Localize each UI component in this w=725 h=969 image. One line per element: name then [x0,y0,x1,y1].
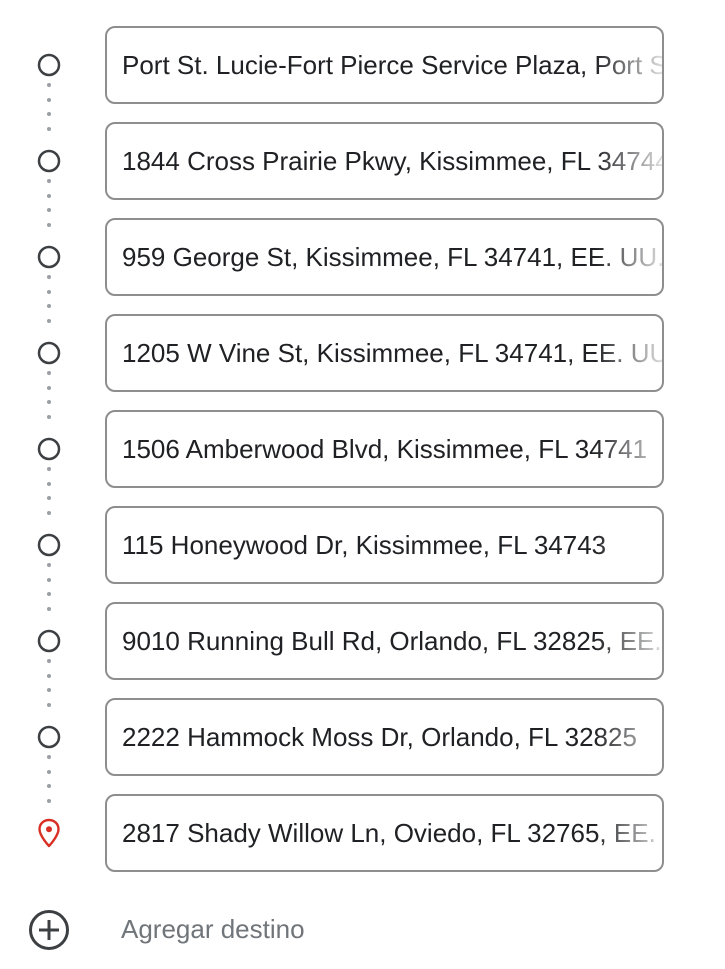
waypoint-row: 959 George St, Kissimmee, FL 34741, EE. … [0,218,725,323]
waypoint-input-value[interactable]: 1506 Amberwood Blvd, Kissimmee, FL 34741 [107,434,662,465]
destination-input[interactable]: 2817 Shady Willow Ln, Oviedo, FL 32765, … [105,794,664,872]
circle-icon [37,725,61,749]
add-destination-label[interactable]: Agregar destino [121,914,305,945]
waypoint-input-5[interactable]: 1506 Amberwood Blvd, Kissimmee, FL 34741 [105,410,664,488]
waypoint-input-1[interactable]: Port St. Lucie-Fort Pierce Service Plaza… [105,26,664,104]
waypoint-input-8[interactable]: 2222 Hammock Moss Dr, Orlando, FL 32825 [105,698,664,776]
circle-icon [37,53,61,77]
waypoint-input-value[interactable]: 2222 Hammock Moss Dr, Orlando, FL 32825 [107,722,662,753]
waypoint-input-6[interactable]: 115 Honeywood Dr, Kissimmee, FL 34743 [105,506,664,584]
waypoint-input-value[interactable]: 9010 Running Bull Rd, Orlando, FL 32825,… [107,626,662,657]
waypoint-row: 2222 Hammock Moss Dr, Orlando, FL 32825 [0,698,725,803]
circle-icon [37,437,61,461]
waypoint-row: 9010 Running Bull Rd, Orlando, FL 32825,… [0,602,725,707]
circle-icon [37,341,61,365]
map-pin-icon [37,818,61,848]
waypoint-list: Port St. Lucie-Fort Pierce Service Plaza… [0,26,725,890]
waypoint-input-value[interactable]: 115 Honeywood Dr, Kissimmee, FL 34743 [107,530,662,561]
waypoint-input-value[interactable]: 959 George St, Kissimmee, FL 34741, EE. … [107,242,662,273]
waypoint-input-value[interactable]: 1205 W Vine St, Kissimmee, FL 34741, EE.… [107,338,662,369]
waypoint-input-value[interactable]: 1844 Cross Prairie Pkwy, Kissimmee, FL 3… [107,146,662,177]
waypoint-input-value[interactable]: 2817 Shady Willow Ln, Oviedo, FL 32765, … [107,818,662,849]
waypoint-input-2[interactable]: 1844 Cross Prairie Pkwy, Kissimmee, FL 3… [105,122,664,200]
add-destination-button[interactable]: Agregar destino [0,905,725,955]
waypoint-input-value[interactable]: Port St. Lucie-Fort Pierce Service Plaza… [107,50,662,81]
waypoint-row: 2817 Shady Willow Ln, Oviedo, FL 32765, … [0,794,725,890]
waypoint-row: 1506 Amberwood Blvd, Kissimmee, FL 34741 [0,410,725,515]
add-circle-icon[interactable] [28,909,70,951]
waypoint-row: 1844 Cross Prairie Pkwy, Kissimmee, FL 3… [0,122,725,227]
waypoint-input-3[interactable]: 959 George St, Kissimmee, FL 34741, EE. … [105,218,664,296]
circle-icon [37,629,61,653]
waypoint-input-4[interactable]: 1205 W Vine St, Kissimmee, FL 34741, EE.… [105,314,664,392]
waypoint-row: 1205 W Vine St, Kissimmee, FL 34741, EE.… [0,314,725,419]
waypoint-row: 115 Honeywood Dr, Kissimmee, FL 34743 [0,506,725,611]
waypoint-row: Port St. Lucie-Fort Pierce Service Plaza… [0,26,725,131]
circle-icon [37,149,61,173]
circle-icon [37,245,61,269]
waypoint-input-7[interactable]: 9010 Running Bull Rd, Orlando, FL 32825,… [105,602,664,680]
circle-icon [37,533,61,557]
